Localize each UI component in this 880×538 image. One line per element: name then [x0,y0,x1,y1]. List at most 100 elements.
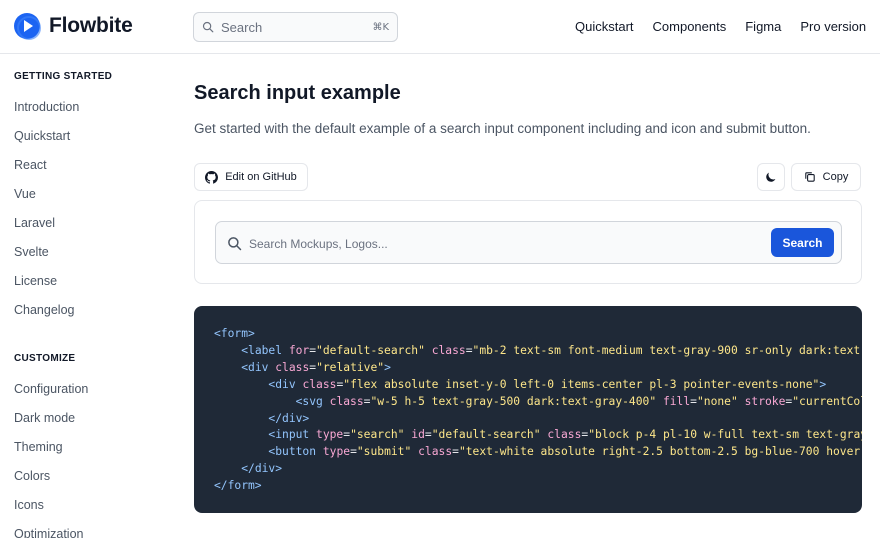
sidebar-item-react[interactable]: React [14,158,47,172]
code-token: <div [241,360,276,374]
code-token: </form> [214,479,262,493]
code-token: for [288,343,310,357]
code-token: <svg [295,394,330,408]
code-token: <form> [214,327,255,340]
code-token: "currentCol [792,394,862,408]
code-line: <form> [214,326,862,343]
copy-icon [804,172,815,182]
code-token: <label [241,343,289,357]
code-token: "w-5 h-5 text-gray-500 dark:text-gray-40… [370,394,657,408]
code-token: class [418,445,453,459]
code-line: </form> [214,478,862,495]
sidebar-item-license[interactable]: License [14,274,57,288]
code-token: "text-white absolute right-2.5 bottom-2.… [458,445,862,459]
sidebar-item-configuration[interactable]: Configuration [14,382,88,396]
code-line: <div class="flex absolute inset-y-0 left… [214,377,862,394]
demo-search-button[interactable]: Search [771,228,834,257]
top-navbar: Flowbite Search ⌘K Quickstart Components… [0,0,880,54]
code-token: class [547,428,582,442]
code-line: <div class="relative"> [214,360,862,377]
page-description: Get started with the default example of … [194,121,811,136]
code-token: = [690,394,697,408]
code-token: class [275,360,310,374]
code-token: "none" [696,394,738,408]
sidebar-item-dark-mode[interactable]: Dark mode [14,411,75,425]
nav-quickstart[interactable]: Quickstart [575,19,634,34]
code-line: </div> [214,461,862,478]
search-placeholder: Search [221,19,263,35]
sidebar-item-changelog[interactable]: Changelog [14,303,74,317]
code-token: class [431,343,466,357]
sidebar-heading-getting-started: GETTING STARTED [14,71,113,82]
edit-on-github-label: Edit on GitHub [225,171,297,183]
code-snippet: <form> <label for="default-search" class… [214,326,862,495]
dark-mode-toggle[interactable] [757,163,785,191]
code-token: = [424,428,432,442]
sidebar-item-introduction[interactable]: Introduction [14,100,79,114]
code-token: "default-search" [431,428,541,442]
sidebar-item-svelte[interactable]: Svelte [14,245,49,259]
moon-icon [766,172,776,182]
search-icon [228,237,242,251]
search-icon [202,21,214,33]
code-token: > [384,360,391,374]
code-token: "submit" [356,445,412,459]
top-nav-links: Quickstart Components Figma Pro version … [575,19,880,34]
sidebar-item-colors[interactable]: Colors [14,469,50,483]
code-token: <button [268,445,323,459]
sidebar-heading-customize: CUSTOMIZE [14,353,76,364]
component-preview: Search Mockups, Logos... Search [194,200,862,284]
sidebar-item-theming[interactable]: Theming [14,440,63,454]
edit-on-github-button[interactable]: Edit on GitHub [194,163,308,191]
code-token: id [411,428,425,442]
demo-search-placeholder: Search Mockups, Logos... [249,237,388,251]
code-token: class [329,394,364,408]
nav-components[interactable]: Components [653,19,727,34]
copy-code-button[interactable]: Copy [791,163,861,191]
sidebar-item-vue[interactable]: Vue [14,187,36,201]
github-icon [205,170,219,184]
sidebar-item-optimization[interactable]: Optimization [14,527,83,538]
code-token: "flex absolute inset-y-0 left-0 items-ce… [343,377,820,391]
code-token: </div> [241,462,283,476]
search-shortcut: ⌘K [372,21,389,33]
code-token: "relative" [316,360,385,374]
code-token: type [316,428,344,442]
code-token: "default-search" [316,343,425,357]
code-token: </div> [268,411,310,425]
code-line: <label for="default-search" class="mb-2 … [214,343,862,360]
demo-search-input[interactable]: Search Mockups, Logos... Search [215,221,842,264]
code-token: = [350,445,357,459]
copy-label: Copy [822,171,849,183]
code-line: <button type="submit" class="text-white … [214,444,862,461]
code-line: <svg class = "w-5 h-5 text-gray-500 dark:t… [214,394,862,411]
docs-search-input[interactable]: Search ⌘K [193,12,398,42]
code-token: "block p-4 pl-10 w-full text-sm text-gra… [588,428,862,442]
page-title: Search input example [194,82,401,104]
code-token: = [465,343,473,357]
code-token: "mb-2 text-sm font-medium text-gray-900 … [472,343,862,357]
sidebar-item-icons[interactable]: Icons [14,498,44,512]
code-token: "search" [350,428,405,442]
code-token: <div [268,377,303,391]
brand-name: Flowbite [49,14,133,37]
sidebar-item-quickstart[interactable]: Quickstart [14,129,70,143]
nav-pro-version[interactable]: Pro version [800,19,866,34]
brand-logo[interactable]: Flowbite [14,13,133,40]
sidebar-item-laravel[interactable]: Laravel [14,216,55,230]
code-token: = [452,445,459,459]
code-token: class [302,377,337,391]
nav-figma[interactable]: Figma [745,19,781,34]
code-token: <input [268,428,317,442]
code-token: stroke [744,394,786,408]
